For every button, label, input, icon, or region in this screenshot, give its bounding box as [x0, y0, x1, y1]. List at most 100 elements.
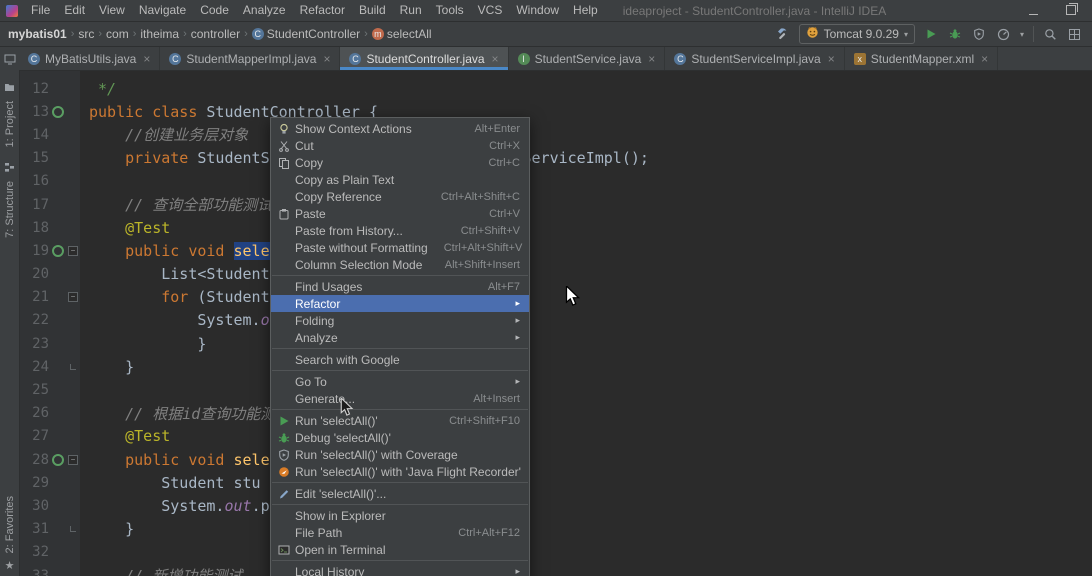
run-test-gutter-icon[interactable] — [51, 105, 64, 118]
debug-button[interactable] — [948, 27, 963, 42]
menu-item-run-selectall[interactable]: Run 'selectAll()' Ctrl+Shift+F10 — [271, 412, 529, 429]
menu-item-show-context-actions[interactable]: Show Context Actions Alt+Enter — [271, 120, 529, 137]
coverage-button[interactable] — [972, 27, 987, 42]
code-text: } — [89, 334, 207, 353]
fold-marker[interactable]: − — [68, 292, 78, 303]
class-file-icon: C — [169, 52, 182, 65]
menu-item-column-selection-mode[interactable]: Column Selection Mode Alt+Shift+Insert — [271, 256, 529, 273]
tab-close-icon[interactable]: × — [143, 52, 150, 66]
minimize-icon[interactable] — [1029, 2, 1038, 20]
breadcrumb-mybatis01[interactable]: mybatis01 — [8, 27, 67, 41]
run-test-gutter-icon[interactable] — [51, 244, 64, 257]
fold-end-marker[interactable] — [70, 363, 76, 370]
menu-item-debug-selectall[interactable]: Debug 'selectAll()' — [271, 429, 529, 446]
menu-refactor[interactable]: Refactor — [293, 0, 352, 21]
toolwindow-1-project[interactable]: 1: Project — [4, 79, 16, 147]
menu-item-generate[interactable]: Generate... Alt+Insert — [271, 390, 529, 407]
menu-navigate[interactable]: Navigate — [132, 0, 193, 21]
menu-edit[interactable]: Edit — [57, 0, 92, 21]
fold-end-marker[interactable] — [70, 526, 76, 533]
breadcrumb-controller[interactable]: controller — [191, 27, 240, 41]
menu-window[interactable]: Window — [509, 0, 566, 21]
menu-item-find-usages[interactable]: Find Usages Alt+F7 — [271, 278, 529, 295]
breadcrumb-src[interactable]: src — [78, 27, 94, 41]
menu-item-show-in-explorer[interactable]: Show in Explorer — [271, 507, 529, 524]
class-file-icon: C — [28, 52, 40, 65]
menu-item-cut[interactable]: Cut Ctrl+X — [271, 137, 529, 154]
menu-view[interactable]: View — [92, 0, 132, 21]
tab-close-icon[interactable]: × — [492, 52, 499, 66]
menu-item-copy-reference[interactable]: Copy Reference Ctrl+Alt+Shift+C — [271, 188, 529, 205]
menu-separator — [272, 348, 528, 349]
menu-item-label: Folding — [295, 313, 335, 328]
menu-item-folding[interactable]: Folding ▸ — [271, 312, 529, 329]
menu-item-paste[interactable]: Paste Ctrl+V — [271, 205, 529, 222]
run-test-gutter-icon[interactable] — [51, 453, 64, 466]
build-hammer-icon[interactable] — [775, 27, 790, 42]
breadcrumb-com[interactable]: com — [106, 27, 129, 41]
context-menu: Show Context Actions Alt+Enter Cut Ctrl+X Co… — [270, 117, 530, 576]
layout-grid-icon[interactable] — [1067, 27, 1082, 42]
fold-marker[interactable]: − — [68, 454, 78, 465]
menu-item-analyze[interactable]: Analyze ▸ — [271, 329, 529, 346]
menu-item-run-selectall-with-coverage[interactable]: Run 'selectAll()' with Coverage — [271, 446, 529, 463]
toolwindow-2-favorites[interactable]: 2: Favorites — [4, 496, 16, 553]
restore-icon[interactable] — [1066, 2, 1078, 20]
menu-item-run-selectall-with-java-flight-recorder[interactable]: Run 'selectAll()' with 'Java Flight Reco… — [271, 463, 529, 480]
tab-close-icon[interactable]: × — [648, 52, 655, 66]
menu-item-search-with-google[interactable]: Search with Google — [271, 351, 529, 368]
breadcrumb-studentcontroller[interactable]: StudentController — [267, 27, 360, 41]
menu-vcs[interactable]: VCS — [471, 0, 510, 21]
menu-item-file-path[interactable]: File Path Ctrl+Alt+F12 — [271, 524, 529, 541]
toolwindow-7-structure[interactable]: 7: Structure — [4, 159, 16, 238]
code-editor[interactable]: 12 */13 public class StudentController {1… — [19, 71, 1092, 576]
menu-item-label: Copy Reference — [295, 189, 382, 204]
line-number: 19 — [32, 242, 49, 259]
tab-mybatisutils-java[interactable]: C MyBatisUtils.java × — [19, 47, 161, 70]
code-text: //创建业务层对象 — [125, 126, 249, 145]
breadcrumb-itheima[interactable]: itheima — [140, 27, 179, 41]
tab-close-icon[interactable]: × — [981, 52, 988, 66]
run-configuration-select[interactable]: Tomcat 9.0.29 ▾ — [798, 24, 915, 44]
profiler-button[interactable] — [996, 27, 1011, 42]
tab-close-icon[interactable]: × — [828, 52, 835, 66]
tab-studentmapper-xml[interactable]: x StudentMapper.xml × — [845, 47, 999, 70]
code-line-31: 31 } — [19, 518, 1092, 541]
breadcrumb-selectall[interactable]: selectAll — [387, 27, 432, 41]
menu-item-copy-as-plain-text[interactable]: Copy as Plain Text — [271, 171, 529, 188]
menu-analyze[interactable]: Analyze — [236, 0, 293, 21]
menu-code[interactable]: Code — [193, 0, 236, 21]
menu-help[interactable]: Help — [566, 0, 605, 21]
search-everywhere-icon[interactable] — [1043, 27, 1058, 42]
tab-studentservice-java[interactable]: I StudentService.java × — [509, 47, 666, 70]
menu-item-copy[interactable]: Copy Ctrl+C — [271, 154, 529, 171]
tab-studentmapperimpl-java[interactable]: C StudentMapperImpl.java × — [160, 47, 341, 70]
code-text: */ — [89, 79, 117, 98]
run-button[interactable] — [924, 27, 939, 42]
menu-build[interactable]: Build — [352, 0, 393, 21]
menu-tools[interactable]: Tools — [429, 0, 471, 21]
menu-item-shortcut: Ctrl+Alt+Shift+V — [443, 241, 523, 254]
menu-item-paste-from-history[interactable]: Paste from History... Ctrl+Shift+V — [271, 222, 529, 239]
code-line-20: 20 List<Student> list = service.selectAl… — [19, 263, 1092, 286]
tab-studentserviceimpl-java[interactable]: C StudentServiceImpl.java × — [665, 47, 845, 70]
fold-marker[interactable]: − — [68, 245, 78, 256]
toolwindow-label: 7: Structure — [3, 181, 16, 239]
menu-run[interactable]: Run — [393, 0, 429, 21]
code-text: } — [89, 520, 135, 539]
menu-item-label: Debug 'selectAll()' — [295, 430, 391, 445]
fold-cell: − — [66, 454, 80, 465]
menu-item-refactor[interactable]: Refactor ▸ — [271, 295, 529, 312]
menu-item-local-history[interactable]: Local History ▸ — [271, 563, 529, 576]
menu-file[interactable]: File — [24, 0, 57, 21]
favorites-star-icon: ★ — [4, 560, 15, 572]
tab-close-icon[interactable]: × — [323, 52, 330, 66]
line-number: 14 — [32, 126, 49, 143]
menu-separator — [272, 504, 528, 505]
tab-studentcontroller-java[interactable]: C StudentController.java × — [340, 47, 509, 70]
menu-item-edit-selectall[interactable]: Edit 'selectAll()'... — [271, 485, 529, 502]
menu-item-open-in-terminal[interactable]: Open in Terminal — [271, 541, 529, 558]
menu-item-go-to[interactable]: Go To ▸ — [271, 373, 529, 390]
tool-switcher-icon[interactable] — [2, 52, 17, 67]
menu-item-paste-without-formatting[interactable]: Paste without Formatting Ctrl+Alt+Shift+V — [271, 239, 529, 256]
